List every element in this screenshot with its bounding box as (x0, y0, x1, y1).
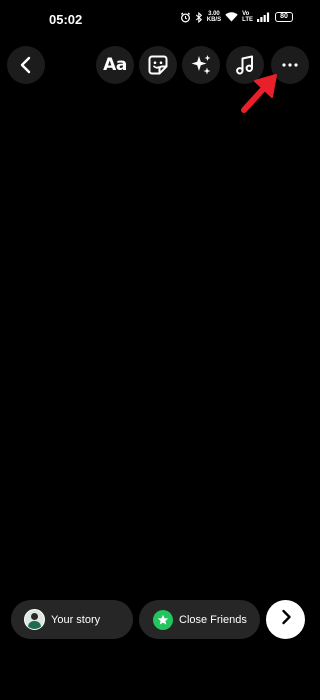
more-horizontal-icon (282, 63, 298, 67)
close-friends-button[interactable]: Close Friends (139, 600, 260, 639)
wifi-icon (225, 12, 238, 22)
avatar (24, 609, 45, 630)
your-story-button[interactable]: Your story (11, 600, 133, 639)
status-time: 05:02 (49, 12, 83, 27)
annotation-arrow-icon (238, 70, 282, 121)
chevron-left-icon (19, 56, 33, 74)
effects-button[interactable] (182, 46, 220, 84)
share-bar: Your story Close Friends (0, 600, 315, 640)
star-icon (153, 609, 173, 630)
status-icons: 3.00 KB/S Vo LTE 80 (180, 11, 293, 23)
close-friends-label: Close Friends (179, 613, 247, 626)
net-speed-unit: KB/S (206, 17, 222, 23)
alarm-icon (180, 12, 191, 23)
signal-icon (257, 12, 271, 22)
chevron-right-icon (280, 609, 292, 630)
battery-icon: 80 (275, 12, 293, 22)
text-button[interactable]: Aa (96, 46, 134, 84)
net-speed: 3.00 KB/S (207, 11, 221, 23)
sparkles-icon (189, 53, 213, 77)
bluetooth-icon (195, 11, 203, 23)
back-button[interactable] (7, 46, 45, 84)
status-bar: 05:02 3.00 KB/S Vo LTE 80 (0, 0, 315, 40)
text-tool-label: Aa (103, 55, 127, 75)
sticker-button[interactable] (139, 46, 177, 84)
volte-indicator: Vo LTE (242, 11, 253, 23)
sticker-icon (147, 54, 169, 76)
volte-bottom: LTE (242, 17, 253, 23)
next-button[interactable] (266, 600, 305, 639)
your-story-label: Your story (51, 613, 101, 626)
